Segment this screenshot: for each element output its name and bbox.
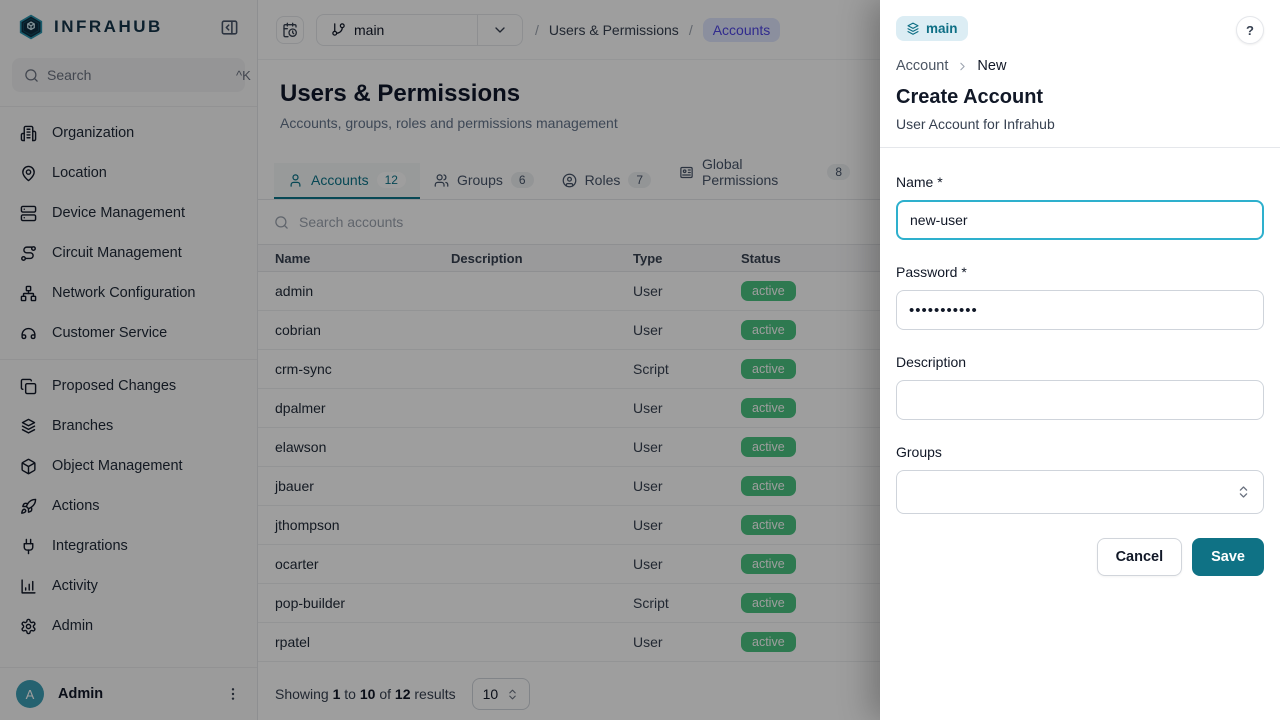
cancel-button[interactable]: Cancel <box>1097 538 1183 576</box>
create-account-form: Name * Password * Description Groups Can… <box>896 148 1264 576</box>
drawer-breadcrumb-new: New <box>977 58 1006 74</box>
drawer-header-row: main ? <box>896 16 1264 44</box>
branch-badge: main <box>896 16 968 41</box>
branch-badge-label: main <box>926 21 958 36</box>
chevron-right-icon <box>956 60 969 73</box>
save-button[interactable]: Save <box>1192 538 1264 576</box>
modal-backdrop[interactable] <box>0 0 880 720</box>
drawer-breadcrumb-account[interactable]: Account <box>896 58 948 74</box>
groups-select[interactable] <box>896 470 1264 514</box>
name-label: Name * <box>896 174 1264 190</box>
description-field[interactable] <box>896 380 1264 420</box>
groups-label: Groups <box>896 444 1264 460</box>
password-field[interactable] <box>896 290 1264 330</box>
description-label: Description <box>896 354 1264 370</box>
chevrons-up-down-icon <box>1236 485 1251 500</box>
drawer-actions: Cancel Save <box>896 538 1264 576</box>
drawer-title: Create Account <box>896 86 1264 109</box>
layers-icon <box>906 22 920 36</box>
help-button[interactable]: ? <box>1236 16 1264 44</box>
drawer-breadcrumb: Account New <box>896 58 1264 74</box>
app-root: INFRAHUB ^K Organization Location <box>0 0 1280 720</box>
create-account-drawer: main ? Account New Create Account User A… <box>880 0 1280 720</box>
password-label: Password * <box>896 264 1264 280</box>
name-field[interactable] <box>896 200 1264 240</box>
drawer-subtitle: User Account for Infrahub <box>896 116 1264 132</box>
